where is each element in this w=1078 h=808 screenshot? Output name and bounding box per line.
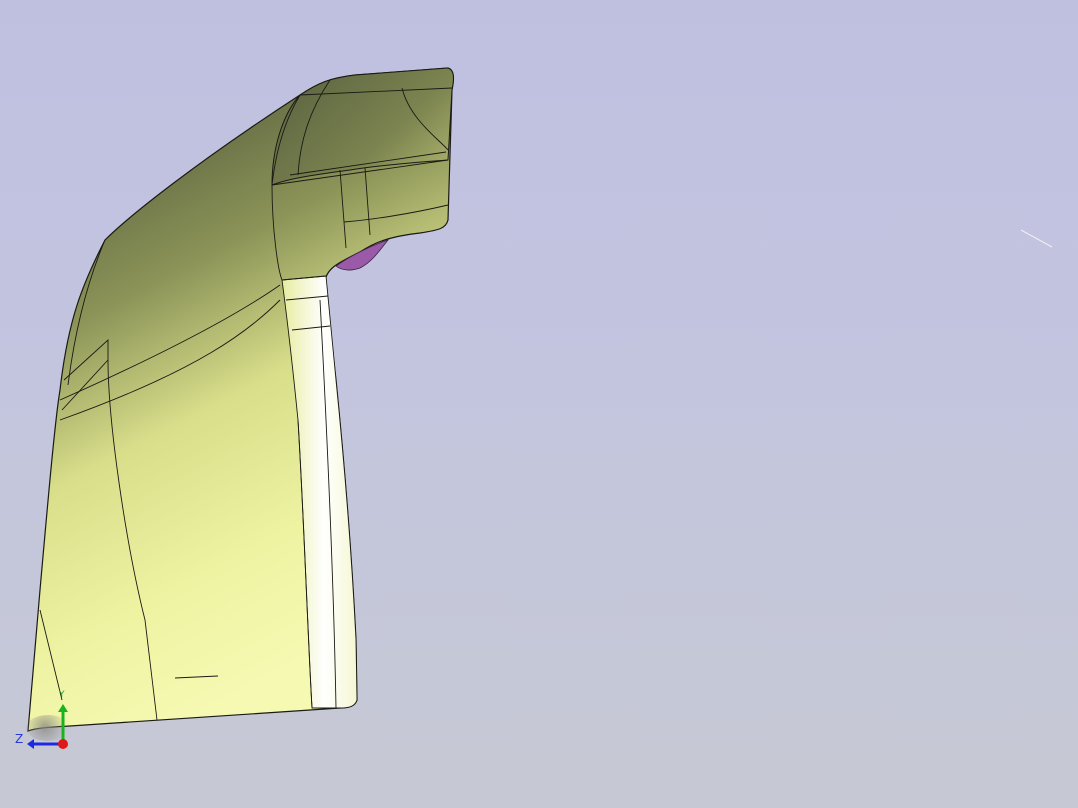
triad-z-arrow xyxy=(27,739,34,749)
triad-x-axis-dot xyxy=(58,739,68,749)
cad-model-canvas[interactable] xyxy=(0,0,1078,808)
triad-y-label: Y xyxy=(59,690,65,700)
stray-edge-line xyxy=(1020,229,1053,248)
bracket-body-surface[interactable] xyxy=(27,67,455,732)
triad-z-label: Z xyxy=(15,732,24,746)
3d-viewport[interactable]: Z Y xyxy=(0,0,1078,808)
